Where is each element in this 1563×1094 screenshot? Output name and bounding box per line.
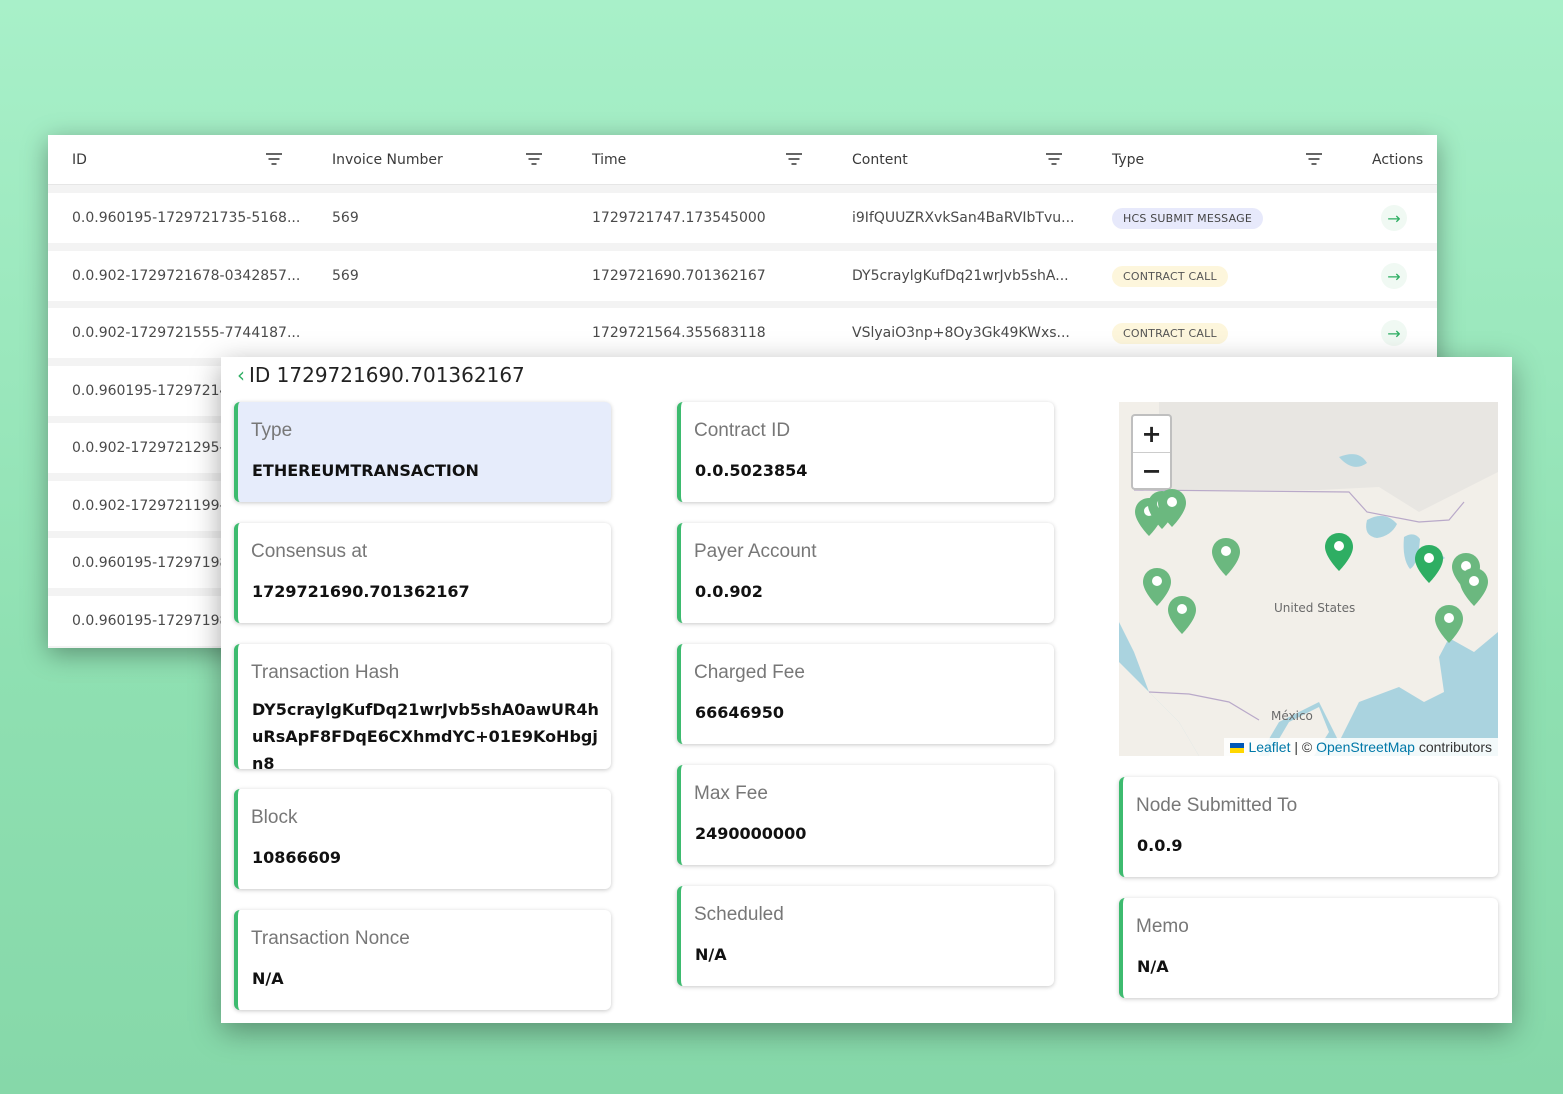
- column-header-time[interactable]: Time: [592, 135, 626, 185]
- table-row[interactable]: 0.0.902-1729721678-0342857... 569 172972…: [48, 251, 1437, 301]
- attribution-separator: | ©: [1294, 739, 1313, 755]
- card-label: Node Submitted To: [1136, 795, 1298, 816]
- cell-id: 0.0.902-1729721199-0: [72, 498, 234, 514]
- cell-content: VSlyaiO3np+8Oy3Gk49KWxs...: [852, 325, 1070, 341]
- cell-content: DY5craylgKufDq21wrJvb5shA...: [852, 268, 1069, 284]
- cell-id: 0.0.902-1729721678-0342857...: [72, 268, 301, 284]
- cell-time: 1729721690.701362167: [592, 268, 766, 284]
- cell-time: 1729721747.173545000: [592, 210, 766, 226]
- card-memo: Memo N/A: [1119, 898, 1498, 998]
- column-header-content[interactable]: Content: [852, 135, 908, 185]
- card-label: Transaction Hash: [251, 662, 400, 683]
- table-row[interactable]: 0.0.960195-1729721735-5168... 569 172972…: [48, 193, 1437, 243]
- map-label-united-states: United States: [1274, 601, 1356, 615]
- card-label: Scheduled: [694, 904, 784, 925]
- cell-id: 0.0.960195-172971980: [72, 613, 238, 629]
- map-attribution: Leaflet | © OpenStreetMap contributors: [1224, 738, 1498, 756]
- card-value: N/A: [252, 969, 284, 988]
- card-value: 0.0.5023854: [695, 461, 808, 480]
- chevron-left-icon[interactable]: ‹: [237, 363, 245, 387]
- filter-icon[interactable]: [1306, 153, 1322, 165]
- cell-id: 0.0.960195-172971981: [72, 555, 238, 571]
- card-transaction-nonce: Transaction Nonce N/A: [234, 910, 611, 1010]
- card-value: N/A: [1137, 957, 1169, 976]
- card-payer-account: Payer Account 0.0.902: [677, 523, 1054, 623]
- card-label: Transaction Nonce: [251, 928, 410, 949]
- card-value: 66646950: [695, 703, 785, 722]
- map-pin-icon[interactable]: [1434, 604, 1464, 644]
- cell-id: 0.0.960195-172972147: [72, 383, 238, 399]
- card-block: Block 10866609: [234, 789, 611, 889]
- map-pin-active-icon[interactable]: [1414, 544, 1444, 584]
- zoom-control: + −: [1131, 414, 1172, 490]
- table-row[interactable]: 0.0.902-1729721555-7744187... 1729721564…: [48, 308, 1437, 358]
- attribution-contributors: contributors: [1418, 739, 1492, 755]
- card-contract-id: Contract ID 0.0.5023854: [677, 402, 1054, 502]
- card-consensus: Consensus at 1729721690.701362167: [234, 523, 611, 623]
- card-label: Contract ID: [694, 420, 791, 441]
- cell-time: 1729721564.355683118: [592, 325, 766, 341]
- card-label: Memo: [1136, 916, 1189, 937]
- card-type: Type ETHEREUMTRANSACTION: [234, 402, 611, 502]
- map-pin-active-icon[interactable]: [1324, 532, 1354, 572]
- osm-link[interactable]: OpenStreetMap: [1316, 739, 1415, 755]
- filter-icon[interactable]: [526, 153, 542, 165]
- card-max-fee: Max Fee 2490000000: [677, 765, 1054, 865]
- card-scheduled: Scheduled N/A: [677, 886, 1054, 986]
- card-label: Type: [251, 420, 293, 441]
- page-title: ID 1729721690.701362167: [249, 363, 525, 387]
- card-value: N/A: [695, 945, 727, 964]
- card-value: 1729721690.701362167: [252, 582, 470, 601]
- column-header-invoice[interactable]: Invoice Number: [332, 135, 443, 185]
- card-value: 10866609: [252, 848, 342, 867]
- arrow-right-icon[interactable]: →: [1381, 320, 1407, 346]
- cell-id: 0.0.902-1729721555-7744187...: [72, 325, 301, 341]
- card-node-submitted: Node Submitted To 0.0.9: [1119, 777, 1498, 877]
- card-value: 0.0.902: [695, 582, 763, 601]
- zoom-out-button[interactable]: −: [1133, 452, 1170, 488]
- map-pin-icon[interactable]: [1157, 488, 1187, 528]
- node-map[interactable]: + − United States México Leaflet | © Ope…: [1119, 402, 1498, 756]
- cell-invoice: 569: [332, 210, 359, 226]
- card-label: Max Fee: [694, 783, 768, 804]
- map-pin-icon[interactable]: [1211, 537, 1241, 577]
- card-label: Payer Account: [694, 541, 817, 562]
- card-label: Block: [251, 807, 298, 828]
- card-transaction-hash: Transaction Hash DY5craylgKufDq21wrJvb5s…: [234, 644, 611, 773]
- filter-icon[interactable]: [266, 153, 282, 165]
- map-label-mexico: México: [1271, 709, 1313, 723]
- leaflet-link[interactable]: Leaflet: [1248, 739, 1290, 755]
- detail-header: ‹ ID 1729721690.701362167: [237, 363, 525, 387]
- card-value: DY5craylgKufDq21wrJvb5shA0awUR4huRsApF8F…: [252, 700, 599, 773]
- cell-id: 0.0.902-1729721295-4: [72, 440, 234, 456]
- transaction-detail-panel: ‹ ID 1729721690.701362167 Type ETHEREUMT…: [221, 357, 1512, 1023]
- table-header: ID Invoice Number Time Content Type Acti…: [48, 135, 1437, 185]
- filter-icon[interactable]: [786, 153, 802, 165]
- map-pin-icon[interactable]: [1167, 595, 1197, 635]
- column-header-type[interactable]: Type: [1112, 135, 1144, 185]
- filter-icon[interactable]: [1046, 153, 1062, 165]
- type-badge: CONTRACT CALL: [1112, 265, 1228, 287]
- cell-id: 0.0.960195-1729721735-5168...: [72, 210, 301, 226]
- type-badge: CONTRACT CALL: [1112, 322, 1228, 344]
- map-pin-icon[interactable]: [1459, 567, 1489, 607]
- zoom-in-button[interactable]: +: [1133, 416, 1170, 452]
- arrow-right-icon[interactable]: →: [1381, 263, 1407, 289]
- card-value: 2490000000: [695, 824, 807, 843]
- arrow-right-icon[interactable]: →: [1381, 205, 1407, 231]
- column-header-actions: Actions: [1372, 152, 1424, 168]
- type-badge: HCS SUBMIT MESSAGE: [1112, 207, 1263, 229]
- card-label: Consensus at: [251, 541, 368, 562]
- column-header-id[interactable]: ID: [72, 135, 87, 185]
- cell-content: i9IfQUUZRXvkSan4BaRVIbTvu...: [852, 210, 1075, 226]
- card-charged-fee: Charged Fee 66646950: [677, 644, 1054, 744]
- cell-invoice: 569: [332, 268, 359, 284]
- card-label: Charged Fee: [694, 662, 805, 683]
- ukraine-flag-icon: [1230, 743, 1245, 754]
- card-value: ETHEREUMTRANSACTION: [252, 461, 479, 480]
- card-value: 0.0.9: [1137, 836, 1183, 855]
